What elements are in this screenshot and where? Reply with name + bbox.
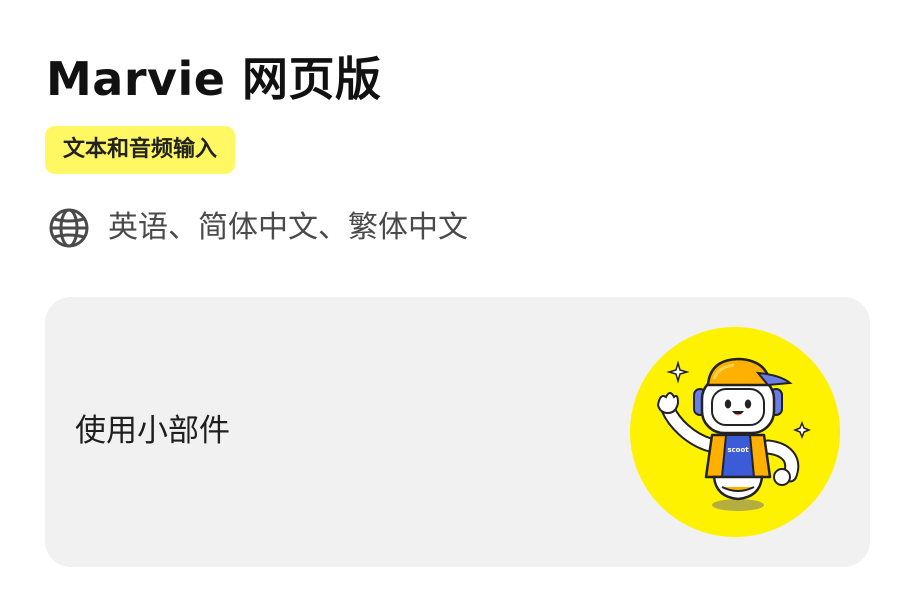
supported-languages: 英语、简体中文、繁体中文 <box>108 210 468 245</box>
mascot-shirt-text: scoot <box>727 446 749 454</box>
language-row: 英语、简体中文、繁体中文 <box>48 206 468 250</box>
globe-icon <box>48 207 90 249</box>
robot-mascot-icon: scoot <box>630 327 840 537</box>
use-widget-label: 使用小部件 <box>75 413 230 449</box>
page-title: Marvie 网页版 <box>46 52 382 106</box>
use-widget-card[interactable]: 使用小部件 scoot <box>45 297 870 567</box>
input-mode-badge: 文本和音频输入 <box>45 126 236 174</box>
